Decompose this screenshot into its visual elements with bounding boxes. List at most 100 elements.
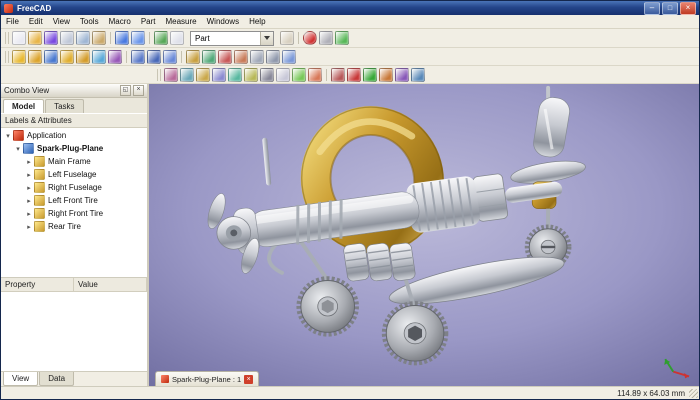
tree-item-spark-plug-plane[interactable]: Spark-Plug-Plane — [1, 142, 147, 155]
record-macro-icon[interactable] — [303, 31, 317, 45]
property-table-body[interactable] — [1, 292, 147, 371]
expander-icon[interactable] — [25, 158, 33, 166]
whats-this-icon[interactable] — [170, 31, 184, 45]
toolbar-grip[interactable] — [157, 68, 161, 81]
save-document-icon[interactable] — [44, 31, 58, 45]
menu-file[interactable]: File — [1, 15, 24, 28]
loft-icon[interactable] — [180, 67, 194, 82]
measure-linear-icon[interactable] — [347, 67, 361, 82]
boolean-common-icon[interactable] — [147, 49, 161, 64]
expander-icon[interactable] — [25, 184, 33, 192]
value-column-header[interactable]: Value — [74, 278, 147, 291]
undo-icon[interactable] — [115, 31, 129, 45]
cylinder-icon[interactable] — [28, 49, 42, 64]
open-website-icon[interactable] — [280, 31, 294, 45]
close-button[interactable] — [680, 1, 696, 15]
engine-block[interactable] — [343, 237, 416, 288]
execute-macro-icon[interactable] — [335, 31, 349, 45]
tree-item-main-frame[interactable]: Main Frame — [1, 155, 147, 168]
tree-item-right-fuselage[interactable]: Right Fuselage — [1, 181, 147, 194]
section-icon[interactable] — [218, 49, 232, 64]
offset-icon[interactable] — [196, 67, 210, 82]
workbench-selector[interactable]: Part — [190, 30, 274, 46]
ruled-surface-icon[interactable] — [228, 67, 242, 82]
close-document-icon[interactable] — [244, 374, 254, 384]
macros-dialog-icon[interactable] — [319, 31, 333, 45]
property-editor: Property Value — [1, 278, 147, 371]
expander-icon[interactable] — [14, 145, 22, 153]
expander-icon[interactable] — [25, 223, 33, 231]
clear-measurement-icon[interactable] — [379, 67, 393, 82]
boolean-union-icon[interactable] — [131, 49, 145, 64]
defeaturing-icon[interactable] — [331, 67, 345, 82]
boolean-cut-icon[interactable] — [163, 49, 177, 64]
refine-shape-icon[interactable] — [292, 67, 306, 82]
toolbar-grip[interactable] — [5, 32, 9, 44]
expander-icon[interactable] — [25, 197, 33, 205]
tab-model[interactable]: Model — [3, 99, 45, 113]
chamfer-icon[interactable] — [250, 49, 264, 64]
revolve-icon[interactable] — [202, 49, 216, 64]
model-tree[interactable]: Application Spark-Plug-Plane Main Frame L… — [1, 128, 147, 278]
expander-icon[interactable] — [25, 210, 33, 218]
shape-builder-icon[interactable] — [108, 49, 122, 64]
dropdown-arrow-box[interactable] — [260, 31, 273, 45]
expander-icon[interactable] — [25, 171, 33, 179]
sphere-icon[interactable] — [44, 49, 58, 64]
thickness-icon[interactable] — [212, 67, 226, 82]
refresh-icon[interactable] — [154, 31, 168, 45]
tree-item-rear-tire[interactable]: Rear Tire — [1, 220, 147, 233]
tab-data[interactable]: Data — [39, 372, 75, 386]
toolbar-grip[interactable] — [5, 50, 9, 63]
combo-view-titlebar[interactable]: Combo View — [1, 84, 147, 98]
copy-icon[interactable] — [76, 31, 90, 45]
expander-icon[interactable] — [4, 132, 12, 140]
menu-help[interactable]: Help — [244, 15, 270, 28]
3d-scene[interactable] — [149, 84, 699, 386]
cross-sections-icon[interactable] — [234, 49, 248, 64]
close-panel-icon[interactable] — [133, 85, 144, 96]
tree-item-left-front-tire[interactable]: Left Front Tire — [1, 194, 147, 207]
redo-icon[interactable] — [131, 31, 145, 45]
check-geometry-icon[interactable] — [308, 67, 322, 82]
title-bar[interactable]: FreeCAD — [1, 1, 699, 15]
menu-view[interactable]: View — [48, 15, 75, 28]
menu-part[interactable]: Part — [136, 15, 161, 28]
fillet-icon[interactable] — [266, 49, 280, 64]
paste-icon[interactable] — [92, 31, 106, 45]
tab-tasks[interactable]: Tasks — [45, 99, 84, 113]
tree-item-right-front-tire[interactable]: Right Front Tire — [1, 207, 147, 220]
toggle-delta-annotation-icon[interactable] — [411, 67, 425, 82]
menu-tools[interactable]: Tools — [75, 15, 104, 28]
tree-item-label: Right Fuselage — [48, 183, 102, 192]
document-tab[interactable]: Spark-Plug-Plane : 1 — [155, 371, 260, 386]
box-icon[interactable] — [12, 49, 26, 64]
menu-measure[interactable]: Measure — [160, 15, 201, 28]
menu-windows[interactable]: Windows — [202, 15, 244, 28]
reverse-shapes-icon[interactable] — [276, 67, 290, 82]
create-primitives-icon[interactable] — [92, 49, 106, 64]
menu-edit[interactable]: Edit — [24, 15, 48, 28]
sweep-icon[interactable] — [164, 67, 178, 82]
tab-view[interactable]: View — [3, 372, 39, 386]
new-document-icon[interactable] — [12, 31, 26, 45]
open-document-icon[interactable] — [28, 31, 42, 45]
property-column-header[interactable]: Property — [1, 278, 74, 291]
mirror-icon[interactable] — [282, 49, 296, 64]
toggle-3d-annotation-icon[interactable] — [395, 67, 409, 82]
tree-item-left-fuselage[interactable]: Left Fuselage — [1, 168, 147, 181]
3d-viewport[interactable]: Spark-Plug-Plane : 1 — [149, 84, 699, 386]
cone-icon[interactable] — [60, 49, 74, 64]
extrude-icon[interactable] — [186, 49, 200, 64]
measure-angular-icon[interactable] — [363, 67, 377, 82]
cut-icon[interactable] — [60, 31, 74, 45]
resize-grip[interactable] — [689, 389, 698, 398]
tree-item-application[interactable]: Application — [1, 129, 147, 142]
shape-from-mesh-icon[interactable] — [244, 67, 258, 82]
maximize-button[interactable] — [662, 1, 678, 15]
float-panel-icon[interactable] — [120, 85, 131, 96]
menu-macro[interactable]: Macro — [104, 15, 136, 28]
minimize-button[interactable] — [644, 1, 660, 15]
torus-icon[interactable] — [76, 49, 90, 64]
convert-to-solid-icon[interactable] — [260, 67, 274, 82]
